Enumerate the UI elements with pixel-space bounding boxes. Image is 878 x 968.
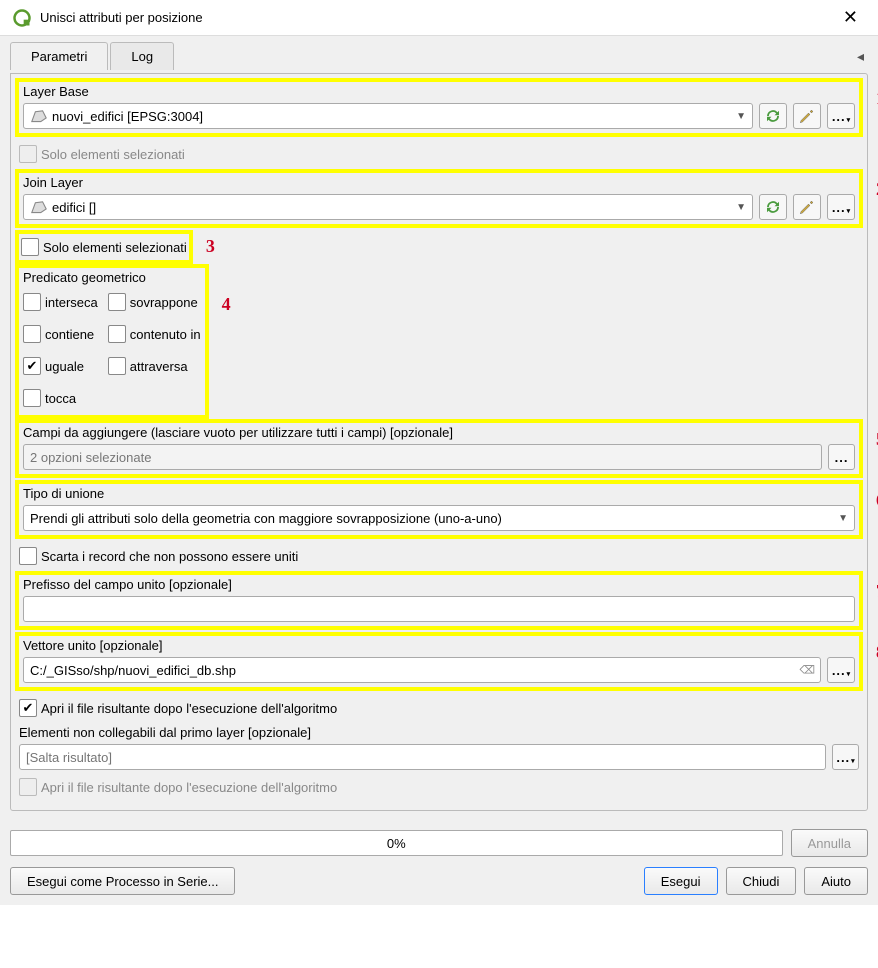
dialog-body: Parametri Log ◂ 1 Layer Base nuovi_edifi… (0, 36, 878, 905)
discard-label: Scarta i record che non possono essere u… (41, 549, 298, 564)
output-browse-button[interactable]: ...▾ (827, 657, 855, 683)
help-button[interactable]: Aiuto (804, 867, 868, 895)
fields-input[interactable] (23, 444, 822, 470)
window-title: Unisci attributi per posizione (40, 10, 835, 25)
clear-icon[interactable]: ⌫ (799, 664, 815, 677)
qgis-logo-icon (12, 8, 32, 28)
predicate-sovrappone-checkbox[interactable] (108, 293, 126, 311)
predicate-attraversa-label: attraversa (130, 359, 188, 374)
open-after2-label: Apri il file risultante dopo l'esecuzion… (41, 780, 337, 795)
polygon-icon (30, 200, 48, 214)
tabs: Parametri Log ◂ (10, 42, 868, 70)
join-layer-label: Join Layer (23, 175, 855, 190)
join-type-value: Prendi gli attributi solo della geometri… (30, 511, 502, 526)
discard-checkbox[interactable] (19, 547, 37, 565)
join-layer-value: edifici [] (52, 200, 96, 215)
close-button[interactable]: Chiudi (726, 867, 797, 895)
browse-button[interactable]: ...▾ (827, 103, 855, 129)
join-selected-only-checkbox[interactable] (21, 238, 39, 256)
settings-button[interactable] (793, 194, 821, 220)
refresh-button[interactable] (759, 194, 787, 220)
predicate-contenuto-in-label: contenuto in (130, 327, 201, 342)
base-layer-select[interactable]: nuovi_edifici [EPSG:3004] ▼ (23, 103, 753, 129)
unjoinable-label: Elementi non collegabili dal primo layer… (19, 725, 859, 740)
progress-bar: 0% (10, 830, 783, 856)
polygon-icon (30, 109, 48, 123)
cancel-progress-button: Annulla (791, 829, 868, 857)
group-fields: 5 Campi da aggiungere (lasciare vuoto pe… (15, 419, 863, 478)
annotation-3: 3 (206, 236, 215, 257)
predicate-interseca-label: interseca (45, 295, 98, 310)
group-join-type: 6 Tipo di unione Prendi gli attributi so… (15, 480, 863, 539)
open-after-label: Apri il file risultante dopo l'esecuzion… (41, 701, 337, 716)
fields-label: Campi da aggiungere (lasciare vuoto per … (23, 425, 855, 440)
group-output: 8 Vettore unito [opzionale] ⌫ ...▾ (15, 632, 863, 691)
predicate-contiene-checkbox[interactable] (23, 325, 41, 343)
join-selected-only-label: Solo elementi selezionati (43, 240, 187, 255)
progress-text: 0% (387, 836, 406, 851)
group-join-selected-only: 3 Solo elementi selezionati (15, 230, 193, 264)
base-layer-value: nuovi_edifici [EPSG:3004] (52, 109, 203, 124)
predicate-contenuto-in-checkbox[interactable] (108, 325, 126, 343)
predicate-uguale-label: uguale (45, 359, 84, 374)
annotation-4: 4 (222, 294, 231, 315)
close-icon[interactable]: ✕ (835, 5, 866, 30)
group-prefix: 7 Prefisso del campo unito [opzionale] (15, 571, 863, 630)
discard-row: Scarta i record che non possono essere u… (19, 547, 859, 565)
bottom-buttons: Esegui come Processo in Serie... Esegui … (10, 867, 868, 895)
refresh-button[interactable] (759, 103, 787, 129)
predicate-uguale-checkbox[interactable]: ✔ (23, 357, 41, 375)
open-after-checkbox[interactable]: ✔ (19, 699, 37, 717)
tab-parameters[interactable]: Parametri (10, 42, 108, 70)
group-geometric-predicate: 4 Predicato geometrico interseca sovrapp… (15, 264, 209, 419)
collapse-help-icon[interactable]: ◂ (853, 48, 868, 65)
base-selected-only-checkbox (19, 145, 37, 163)
join-type-select[interactable]: Prendi gli attributi solo della geometri… (23, 505, 855, 531)
predicate-tocca-checkbox[interactable] (23, 389, 41, 407)
open-after2-row: Apri il file risultante dopo l'esecuzion… (19, 778, 859, 796)
predicate-contiene-label: contiene (45, 327, 94, 342)
join-type-label: Tipo di unione (23, 486, 855, 501)
fields-browse-button[interactable]: ... (828, 444, 855, 470)
group-join-layer: 2 Join Layer edifici [] ▼ ...▾ (15, 169, 863, 228)
chevron-down-icon: ▼ (736, 111, 746, 122)
predicate-sovrappone-label: sovrappone (130, 295, 198, 310)
open-after-row: ✔ Apri il file risultante dopo l'esecuzi… (19, 699, 859, 717)
parameters-panel: 1 Layer Base nuovi_edifici [EPSG:3004] ▼… (10, 73, 868, 811)
group-unjoinable: Elementi non collegabili dal primo layer… (15, 723, 863, 772)
predicate-interseca-checkbox[interactable] (23, 293, 41, 311)
base-layer-label: Layer Base (23, 84, 855, 99)
base-selected-only-label: Solo elementi selezionati (41, 147, 185, 162)
output-label: Vettore unito [opzionale] (23, 638, 855, 653)
tab-log[interactable]: Log (110, 42, 174, 70)
chevron-down-icon: ▼ (736, 202, 746, 213)
unjoinable-browse-button[interactable]: ...▾ (832, 744, 859, 770)
predicate-tocca-label: tocca (45, 391, 76, 406)
batch-button[interactable]: Esegui come Processo in Serie... (10, 867, 235, 895)
group-base-layer: 1 Layer Base nuovi_edifici [EPSG:3004] ▼… (15, 78, 863, 137)
titlebar: Unisci attributi per posizione ✕ (0, 0, 878, 36)
prefix-label: Prefisso del campo unito [opzionale] (23, 577, 855, 592)
settings-button[interactable] (793, 103, 821, 129)
join-layer-select[interactable]: edifici [] ▼ (23, 194, 753, 220)
base-selected-only-row: Solo elementi selezionati (19, 145, 859, 163)
unjoinable-input[interactable] (19, 744, 826, 770)
predicate-label: Predicato geometrico (23, 270, 201, 285)
predicate-attraversa-checkbox[interactable] (108, 357, 126, 375)
prefix-input[interactable] (23, 596, 855, 622)
open-after2-checkbox (19, 778, 37, 796)
chevron-down-icon: ▼ (838, 513, 848, 524)
progress-row: 0% Annulla (10, 829, 868, 857)
output-input[interactable] (23, 657, 821, 683)
run-button[interactable]: Esegui (644, 867, 718, 895)
browse-button[interactable]: ...▾ (827, 194, 855, 220)
